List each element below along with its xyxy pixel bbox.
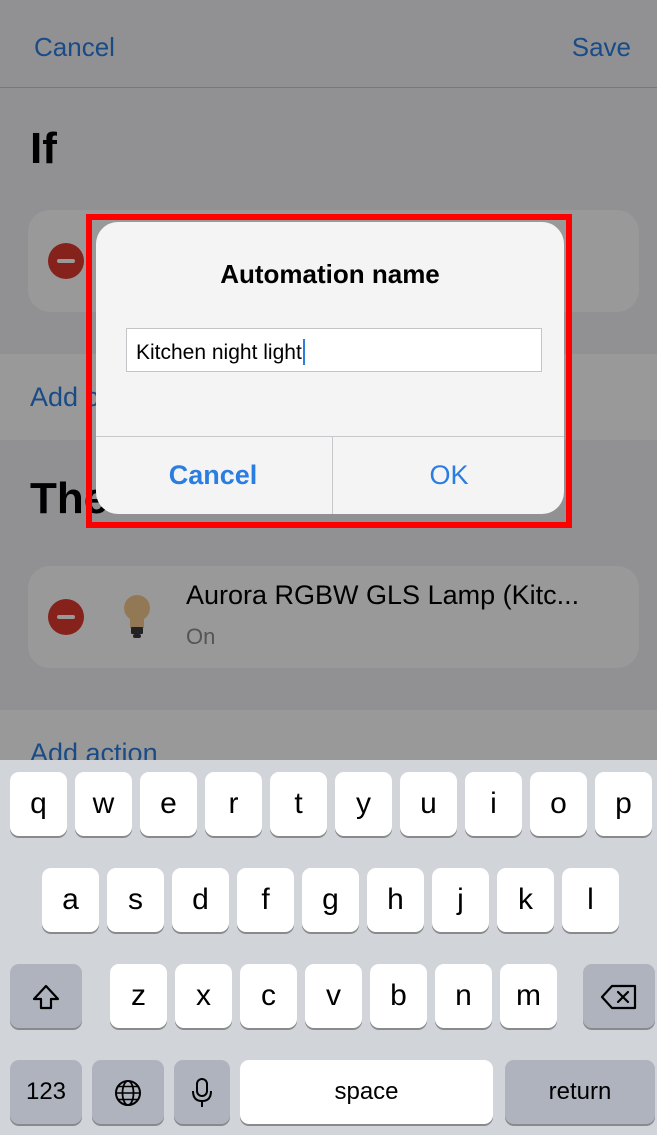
key-h[interactable]: h [367, 868, 424, 932]
key-q[interactable]: q [10, 772, 67, 836]
highlight-box [86, 214, 572, 528]
shift-key[interactable] [10, 964, 82, 1028]
space-key[interactable]: space [240, 1060, 493, 1124]
globe-icon [115, 1080, 141, 1107]
key-p[interactable]: p [595, 772, 652, 836]
key-n[interactable]: n [435, 964, 492, 1028]
backspace-key[interactable] [583, 964, 655, 1028]
key-u[interactable]: u [400, 772, 457, 836]
key-l[interactable]: l [562, 868, 619, 932]
key-b[interactable]: b [370, 964, 427, 1028]
shift-icon [32, 984, 60, 1010]
key-j[interactable]: j [432, 868, 489, 932]
key-f[interactable]: f [237, 868, 294, 932]
globe-key[interactable] [92, 1060, 164, 1124]
key-s[interactable]: s [107, 868, 164, 932]
key-k[interactable]: k [497, 868, 554, 932]
key-x[interactable]: x [175, 964, 232, 1028]
microphone-icon [192, 1078, 212, 1108]
return-key[interactable]: return [505, 1060, 655, 1124]
key-e[interactable]: e [140, 772, 197, 836]
key-m[interactable]: m [500, 964, 557, 1028]
dictation-key[interactable] [174, 1060, 230, 1124]
key-v[interactable]: v [305, 964, 362, 1028]
key-a[interactable]: a [42, 868, 99, 932]
key-i[interactable]: i [465, 772, 522, 836]
key-w[interactable]: w [75, 772, 132, 836]
keyboard: q w e r t y u i o p a s d f g h j k l z … [0, 760, 657, 1135]
key-y[interactable]: y [335, 772, 392, 836]
key-d[interactable]: d [172, 868, 229, 932]
key-r[interactable]: r [205, 772, 262, 836]
key-t[interactable]: t [270, 772, 327, 836]
key-g[interactable]: g [302, 868, 359, 932]
numbers-key[interactable]: 123 [10, 1060, 82, 1124]
backspace-icon [600, 984, 637, 1010]
key-c[interactable]: c [240, 964, 297, 1028]
key-z[interactable]: z [110, 964, 167, 1028]
key-o[interactable]: o [530, 772, 587, 836]
